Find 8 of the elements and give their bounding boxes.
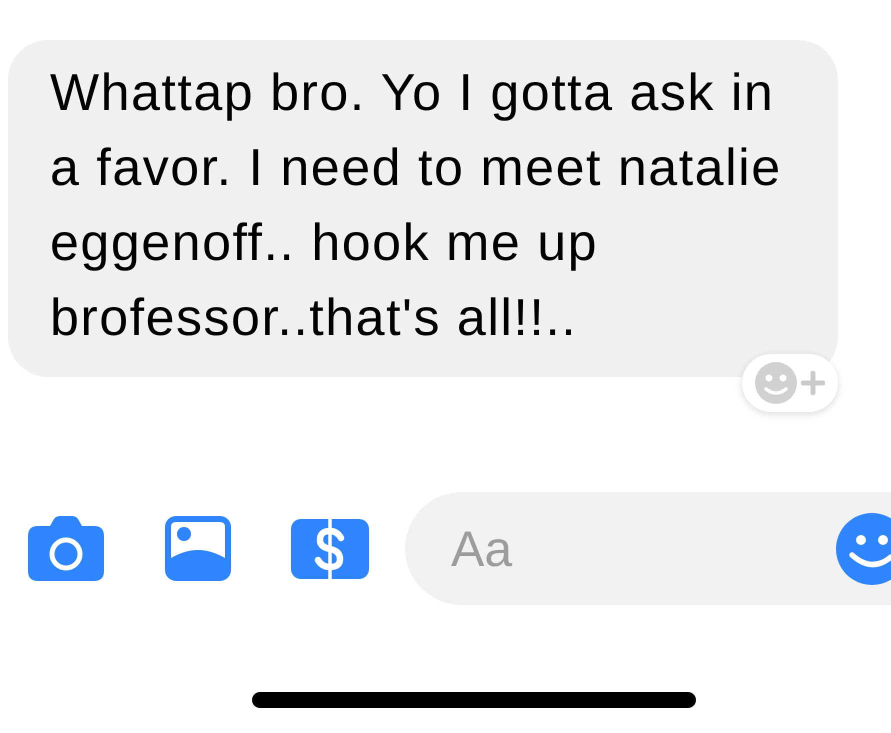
smiley-icon: [755, 362, 797, 404]
message-input-field[interactable]: Aa: [405, 492, 891, 605]
plus-icon: [801, 371, 825, 395]
camera-icon[interactable]: [28, 516, 104, 581]
message-bubble: Whattap bro. Yo I gotta ask in a favor. I need to meet natalie eggenoff.. hook me up brofessor..that's all!!..: [8, 40, 838, 377]
image-icon[interactable]: [165, 516, 231, 581]
dollar-icon[interactable]: [291, 518, 369, 578]
emoji-icon[interactable]: [836, 513, 891, 585]
